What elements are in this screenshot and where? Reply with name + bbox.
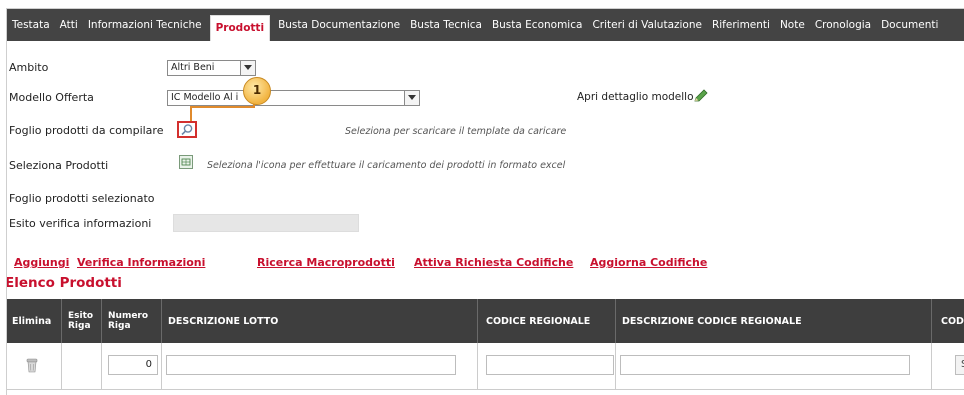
search-icon	[179, 123, 195, 136]
aggiungi-link[interactable]: Aggiungi	[14, 256, 69, 269]
col-numero-riga: Numero Riga	[102, 299, 162, 343]
seleziona-prodotti-label: Seleziona Prodotti	[9, 159, 108, 172]
foglio-selezionato-label: Foglio prodotti selezionato	[9, 192, 155, 205]
tab-cronologia[interactable]: Cronologia	[810, 9, 876, 41]
codice-regionale-input[interactable]	[486, 355, 614, 375]
ambito-value: Altri Beni	[171, 61, 214, 75]
tab-busta-economica[interactable]: Busta Economica	[487, 9, 587, 41]
cell-esito-riga	[62, 343, 102, 389]
attiva-richiesta-codifiche-link[interactable]: Attiva Richiesta Codifiche	[414, 256, 573, 269]
apri-dettaglio-label: Apri dettaglio modello	[577, 91, 694, 103]
trash-icon[interactable]	[25, 358, 39, 373]
col-descrizione-codice-regionale: DESCRIZIONE CODICE REGIONALE	[616, 299, 932, 343]
modello-offerta-value: IC Modello Al i	[171, 91, 238, 105]
descrizione-codice-regionale-input[interactable]	[620, 355, 910, 375]
foglio-prodotti-hint: Seleziona per scaricare il template da c…	[345, 126, 566, 137]
verifica-informazioni-link[interactable]: Verifica Informazioni	[77, 256, 205, 269]
table-row: 0 Sel	[7, 343, 964, 390]
tab-note[interactable]: Note	[775, 9, 810, 41]
cell-elimina	[7, 343, 62, 389]
foglio-prodotti-label: Foglio prodotti da compilare	[9, 124, 163, 137]
col-codice: CODI	[937, 299, 964, 343]
tab-criteri-valutazione[interactable]: Criteri di Valutazione	[587, 9, 707, 41]
tab-riferimenti[interactable]: Riferimenti	[707, 9, 775, 41]
callout-connector	[190, 106, 192, 122]
tab-testata[interactable]: Testata	[7, 9, 55, 41]
ambito-select[interactable]: Altri Beni	[167, 60, 256, 76]
numero-riga-input[interactable]: 0	[108, 355, 158, 375]
tab-atti[interactable]: Atti	[55, 9, 83, 41]
aggiorna-codifiche-link[interactable]: Aggiorna Codifiche	[590, 256, 707, 269]
callout-connector	[191, 106, 255, 108]
seleziona-prodotti-hint: Seleziona l'icona per effettuare il cari…	[207, 160, 565, 171]
col-esito-riga: Esito Riga	[62, 299, 102, 343]
tab-bar: Testata Atti Informazioni Tecniche Prodo…	[7, 9, 964, 41]
chevron-down-icon	[404, 91, 419, 105]
modello-offerta-label: Modello Offerta	[9, 91, 94, 104]
cell-codice-regionale	[478, 343, 616, 389]
document-frame: Testata Atti Informazioni Tecniche Prodo…	[6, 8, 964, 395]
col-descrizione-lotto: DESCRIZIONE LOTTO	[162, 299, 478, 343]
esito-verifica-field	[173, 214, 359, 232]
download-template-button[interactable]	[177, 121, 197, 138]
esito-verifica-label: Esito verifica informazioni	[9, 217, 151, 230]
col-elimina: Elimina	[7, 299, 62, 343]
products-grid-header: Elimina Esito Riga Numero Riga DESCRIZIO…	[7, 299, 964, 343]
select-button[interactable]: Sel	[955, 355, 964, 375]
tab-prodotti[interactable]: Prodotti	[210, 15, 270, 41]
ambito-label: Ambito	[9, 61, 48, 74]
modello-offerta-select[interactable]: IC Modello Al i	[167, 90, 420, 106]
tab-busta-documentazione[interactable]: Busta Documentazione	[273, 9, 405, 41]
tab-documenti[interactable]: Documenti	[876, 9, 943, 41]
elenco-prodotti-title: Elenco Prodotti	[6, 275, 122, 291]
descrizione-lotto-input[interactable]	[166, 355, 456, 375]
ricerca-macroprodotti-link[interactable]: Ricerca Macroprodotti	[257, 256, 395, 269]
excel-icon[interactable]	[179, 155, 193, 169]
cell-numero-riga: 0	[102, 343, 162, 389]
pencil-icon[interactable]	[693, 88, 709, 104]
tab-busta-tecnica[interactable]: Busta Tecnica	[405, 9, 487, 41]
col-codice-regionale: CODICE REGIONALE	[478, 299, 616, 343]
chevron-down-icon	[240, 61, 255, 75]
step-callout-badge: 1	[243, 77, 271, 105]
tab-informazioni-tecniche[interactable]: Informazioni Tecniche	[83, 9, 207, 41]
cell-descrizione-lotto	[162, 343, 478, 389]
cell-descrizione-codice-regionale	[616, 343, 932, 389]
